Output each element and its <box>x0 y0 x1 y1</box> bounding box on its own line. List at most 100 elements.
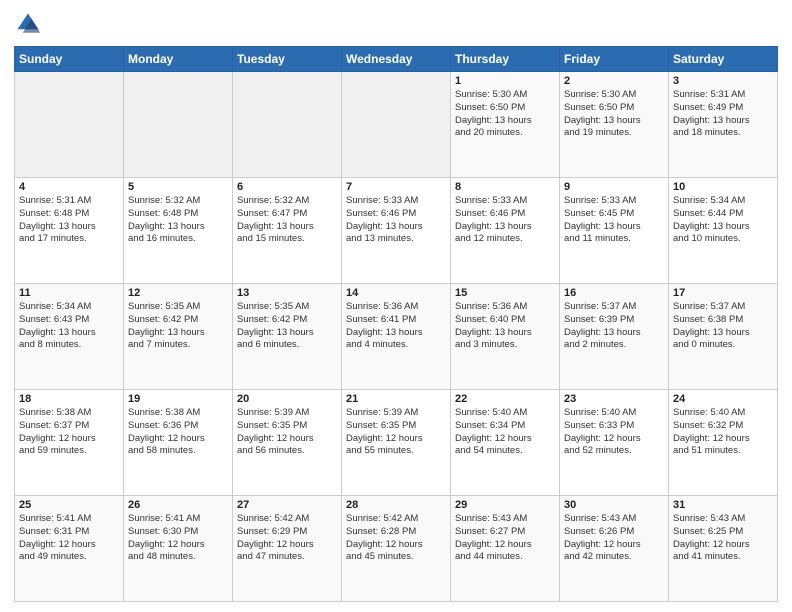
day-info: Sunrise: 5:41 AM Sunset: 6:30 PM Dayligh… <box>128 513 228 564</box>
day-cell: 16 Sunrise: 5:37 AM Sunset: 6:39 PM Dayli… <box>560 284 669 390</box>
header-row: SundayMondayTuesdayWednesdayThursdayFrid… <box>15 47 778 72</box>
col-header-sunday: Sunday <box>15 47 124 72</box>
page: SundayMondayTuesdayWednesdayThursdayFrid… <box>0 0 792 612</box>
day-info: Sunrise: 5:42 AM Sunset: 6:29 PM Dayligh… <box>237 513 337 564</box>
day-cell <box>342 72 451 178</box>
day-info: Sunrise: 5:34 AM Sunset: 6:44 PM Dayligh… <box>673 195 773 246</box>
day-cell: 24 Sunrise: 5:40 AM Sunset: 6:32 PM Dayli… <box>669 390 778 496</box>
day-number: 15 <box>455 287 555 299</box>
day-info: Sunrise: 5:40 AM Sunset: 6:32 PM Dayligh… <box>673 407 773 458</box>
day-info: Sunrise: 5:38 AM Sunset: 6:36 PM Dayligh… <box>128 407 228 458</box>
day-number: 28 <box>346 499 446 511</box>
day-cell: 13 Sunrise: 5:35 AM Sunset: 6:42 PM Dayli… <box>233 284 342 390</box>
day-number: 4 <box>19 181 119 193</box>
day-number: 27 <box>237 499 337 511</box>
day-info: Sunrise: 5:30 AM Sunset: 6:50 PM Dayligh… <box>564 89 664 140</box>
day-cell: 9 Sunrise: 5:33 AM Sunset: 6:45 PM Daylig… <box>560 178 669 284</box>
day-info: Sunrise: 5:43 AM Sunset: 6:27 PM Dayligh… <box>455 513 555 564</box>
day-number: 17 <box>673 287 773 299</box>
day-info: Sunrise: 5:41 AM Sunset: 6:31 PM Dayligh… <box>19 513 119 564</box>
col-header-friday: Friday <box>560 47 669 72</box>
day-number: 2 <box>564 75 664 87</box>
day-cell: 8 Sunrise: 5:33 AM Sunset: 6:46 PM Daylig… <box>451 178 560 284</box>
logo <box>14 10 46 38</box>
day-number: 8 <box>455 181 555 193</box>
day-number: 24 <box>673 393 773 405</box>
day-number: 29 <box>455 499 555 511</box>
col-header-tuesday: Tuesday <box>233 47 342 72</box>
day-number: 22 <box>455 393 555 405</box>
week-row-1: 1Sunrise: 5:30 AM Sunset: 6:50 PM Daylig… <box>15 72 778 178</box>
day-cell: 27 Sunrise: 5:42 AM Sunset: 6:29 PM Dayli… <box>233 496 342 602</box>
col-header-thursday: Thursday <box>451 47 560 72</box>
week-row-2: 4Sunrise: 5:31 AM Sunset: 6:48 PM Daylig… <box>15 178 778 284</box>
day-info: Sunrise: 5:33 AM Sunset: 6:45 PM Dayligh… <box>564 195 664 246</box>
day-cell: 3 Sunrise: 5:31 AM Sunset: 6:49 PM Daylig… <box>669 72 778 178</box>
day-number: 25 <box>19 499 119 511</box>
day-cell: 11Sunrise: 5:34 AM Sunset: 6:43 PM Dayli… <box>15 284 124 390</box>
day-number: 3 <box>673 75 773 87</box>
day-number: 12 <box>128 287 228 299</box>
logo-icon <box>14 10 42 38</box>
day-number: 13 <box>237 287 337 299</box>
day-cell: 6 Sunrise: 5:32 AM Sunset: 6:47 PM Daylig… <box>233 178 342 284</box>
day-cell <box>233 72 342 178</box>
day-number: 21 <box>346 393 446 405</box>
day-info: Sunrise: 5:33 AM Sunset: 6:46 PM Dayligh… <box>455 195 555 246</box>
calendar-table: SundayMondayTuesdayWednesdayThursdayFrid… <box>14 46 778 602</box>
day-number: 31 <box>673 499 773 511</box>
day-cell: 21 Sunrise: 5:39 AM Sunset: 6:35 PM Dayli… <box>342 390 451 496</box>
day-cell: 12 Sunrise: 5:35 AM Sunset: 6:42 PM Dayli… <box>124 284 233 390</box>
day-cell: 31 Sunrise: 5:43 AM Sunset: 6:25 PM Dayli… <box>669 496 778 602</box>
day-info: Sunrise: 5:40 AM Sunset: 6:33 PM Dayligh… <box>564 407 664 458</box>
col-header-wednesday: Wednesday <box>342 47 451 72</box>
day-number: 16 <box>564 287 664 299</box>
day-info: Sunrise: 5:38 AM Sunset: 6:37 PM Dayligh… <box>19 407 119 458</box>
day-info: Sunrise: 5:39 AM Sunset: 6:35 PM Dayligh… <box>346 407 446 458</box>
day-cell: 29 Sunrise: 5:43 AM Sunset: 6:27 PM Dayli… <box>451 496 560 602</box>
day-cell: 1Sunrise: 5:30 AM Sunset: 6:50 PM Daylig… <box>451 72 560 178</box>
day-cell: 4Sunrise: 5:31 AM Sunset: 6:48 PM Daylig… <box>15 178 124 284</box>
day-cell: 2 Sunrise: 5:30 AM Sunset: 6:50 PM Daylig… <box>560 72 669 178</box>
day-cell: 22Sunrise: 5:40 AM Sunset: 6:34 PM Dayli… <box>451 390 560 496</box>
day-info: Sunrise: 5:35 AM Sunset: 6:42 PM Dayligh… <box>237 301 337 352</box>
day-info: Sunrise: 5:39 AM Sunset: 6:35 PM Dayligh… <box>237 407 337 458</box>
day-cell <box>124 72 233 178</box>
day-cell: 20 Sunrise: 5:39 AM Sunset: 6:35 PM Dayli… <box>233 390 342 496</box>
day-info: Sunrise: 5:43 AM Sunset: 6:25 PM Dayligh… <box>673 513 773 564</box>
day-cell: 10Sunrise: 5:34 AM Sunset: 6:44 PM Dayli… <box>669 178 778 284</box>
day-cell: 30 Sunrise: 5:43 AM Sunset: 6:26 PM Dayli… <box>560 496 669 602</box>
day-cell: 5Sunrise: 5:32 AM Sunset: 6:48 PM Daylig… <box>124 178 233 284</box>
day-number: 18 <box>19 393 119 405</box>
day-info: Sunrise: 5:35 AM Sunset: 6:42 PM Dayligh… <box>128 301 228 352</box>
day-info: Sunrise: 5:30 AM Sunset: 6:50 PM Dayligh… <box>455 89 555 140</box>
day-info: Sunrise: 5:33 AM Sunset: 6:46 PM Dayligh… <box>346 195 446 246</box>
day-cell: 23Sunrise: 5:40 AM Sunset: 6:33 PM Dayli… <box>560 390 669 496</box>
day-info: Sunrise: 5:37 AM Sunset: 6:38 PM Dayligh… <box>673 301 773 352</box>
col-header-saturday: Saturday <box>669 47 778 72</box>
day-cell: 28Sunrise: 5:42 AM Sunset: 6:28 PM Dayli… <box>342 496 451 602</box>
day-number: 20 <box>237 393 337 405</box>
day-number: 7 <box>346 181 446 193</box>
day-info: Sunrise: 5:36 AM Sunset: 6:40 PM Dayligh… <box>455 301 555 352</box>
week-row-3: 11Sunrise: 5:34 AM Sunset: 6:43 PM Dayli… <box>15 284 778 390</box>
day-cell: 25 Sunrise: 5:41 AM Sunset: 6:31 PM Dayli… <box>15 496 124 602</box>
day-info: Sunrise: 5:43 AM Sunset: 6:26 PM Dayligh… <box>564 513 664 564</box>
day-info: Sunrise: 5:31 AM Sunset: 6:49 PM Dayligh… <box>673 89 773 140</box>
day-info: Sunrise: 5:32 AM Sunset: 6:47 PM Dayligh… <box>237 195 337 246</box>
day-cell: 7 Sunrise: 5:33 AM Sunset: 6:46 PM Daylig… <box>342 178 451 284</box>
day-number: 14 <box>346 287 446 299</box>
day-number: 26 <box>128 499 228 511</box>
col-header-monday: Monday <box>124 47 233 72</box>
day-number: 9 <box>564 181 664 193</box>
day-number: 30 <box>564 499 664 511</box>
day-number: 11 <box>19 287 119 299</box>
week-row-4: 18 Sunrise: 5:38 AM Sunset: 6:37 PM Dayli… <box>15 390 778 496</box>
day-number: 19 <box>128 393 228 405</box>
day-cell: 18 Sunrise: 5:38 AM Sunset: 6:37 PM Dayli… <box>15 390 124 496</box>
day-cell <box>15 72 124 178</box>
day-info: Sunrise: 5:37 AM Sunset: 6:39 PM Dayligh… <box>564 301 664 352</box>
day-cell: 15 Sunrise: 5:36 AM Sunset: 6:40 PM Dayli… <box>451 284 560 390</box>
day-cell: 26 Sunrise: 5:41 AM Sunset: 6:30 PM Dayli… <box>124 496 233 602</box>
day-number: 6 <box>237 181 337 193</box>
